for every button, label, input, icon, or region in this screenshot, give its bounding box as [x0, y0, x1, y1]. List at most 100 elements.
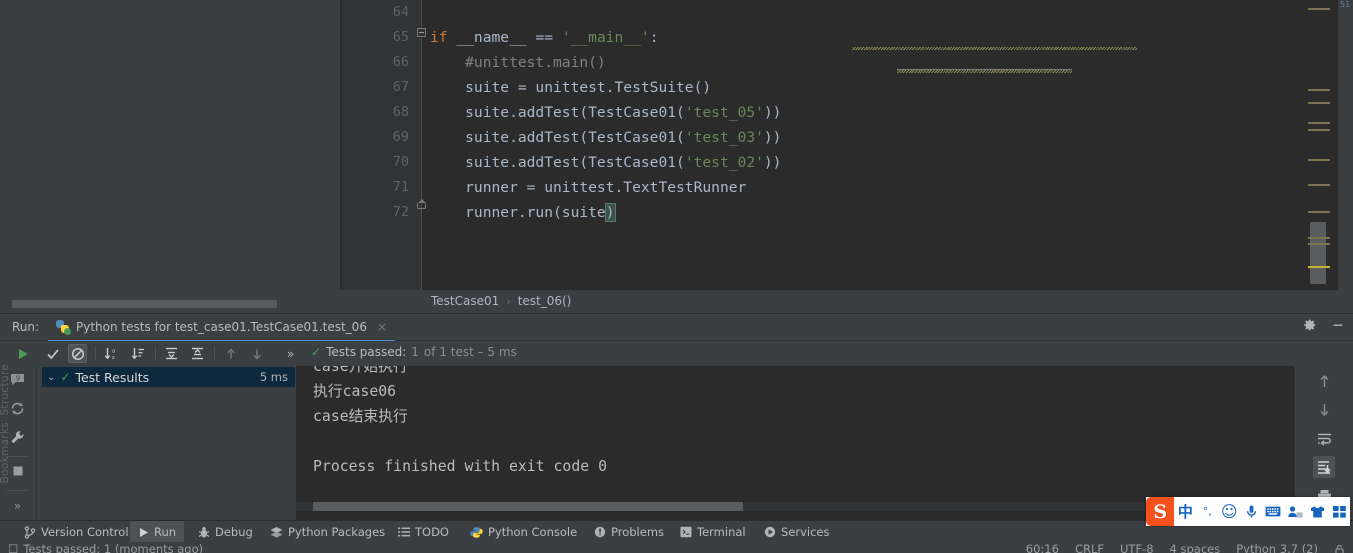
apps-icon[interactable] — [1328, 497, 1350, 526]
python-interpreter[interactable]: Python 3.7 (2) — [1236, 542, 1318, 553]
mic-icon[interactable] — [1240, 497, 1262, 526]
tool-button-problems[interactable]: Problems — [586, 521, 672, 543]
todo-icon — [398, 526, 410, 538]
run-tab-title: Python tests for test_case01.TestCase01.… — [76, 320, 367, 334]
minimap-indicator: 51 — [1340, 0, 1351, 9]
stop-icon[interactable] — [8, 461, 27, 480]
tool-button-debug[interactable]: Debug — [190, 521, 261, 543]
editor-scrollbar[interactable]: 51 — [1300, 0, 1353, 290]
soft-wrap-icon[interactable] — [1313, 428, 1335, 450]
keyboard-icon[interactable] — [1262, 497, 1284, 526]
scrollbar-mark — [1308, 122, 1330, 124]
svg-text:z: z — [112, 355, 115, 361]
sort-alphabetically-button[interactable]: az — [102, 344, 121, 363]
lock-icon[interactable] — [1334, 544, 1345, 553]
ime-punctuation-button[interactable]: °, — [1196, 497, 1218, 526]
expand-all-button[interactable] — [162, 344, 181, 363]
caret-position[interactable]: 60:16 — [1026, 542, 1059, 553]
project-hscrollbar-thumb[interactable] — [12, 300, 277, 308]
code-line: suite.addTest(TestCase01('test_03')) — [430, 129, 782, 146]
status-message-text: Tests passed: 1 (moments ago) — [23, 542, 204, 553]
scroll-to-end-icon[interactable] — [1313, 456, 1335, 478]
chevron-down-icon[interactable]: ⌄ — [47, 372, 55, 383]
code-line: suite = unittest.TestSuite() — [430, 79, 712, 96]
file-encoding[interactable]: UTF-8 — [1120, 542, 1154, 553]
comment-icon[interactable]: 9 — [8, 370, 27, 389]
breadcrumb-method[interactable]: test_06() — [518, 294, 572, 308]
tool-button-todo[interactable]: TODO — [390, 521, 457, 543]
inspection-squiggle — [897, 70, 1072, 73]
tool-button-python-packages[interactable]: Python Packages — [262, 521, 393, 543]
editor-gutter[interactable]: 64 65 66 67 68 69 70 71 72 — [341, 0, 739, 290]
scrollbar-mark — [1308, 89, 1330, 91]
breadcrumb[interactable]: TestCase01 › test_06() — [341, 290, 1353, 312]
sort-by-duration-button[interactable] — [129, 344, 148, 363]
minimize-icon[interactable] — [1331, 318, 1345, 332]
test-results-root-node[interactable]: ⌄ ✓ Test Results 5 ms — [42, 367, 295, 387]
run-tool-window: Run: Python tests for test_case01.TestCa… — [0, 313, 1353, 521]
collapse-all-button[interactable] — [188, 344, 207, 363]
tool-button-services[interactable]: Services — [756, 521, 838, 543]
scrollbar-mark — [1308, 159, 1330, 161]
show-passed-button[interactable] — [43, 344, 62, 363]
scroll-down-icon[interactable] — [1313, 398, 1335, 420]
user-icon[interactable]: 20 — [1284, 497, 1306, 526]
tool-button-label: Debug — [215, 525, 253, 539]
ime-emoji-button[interactable]: ☺ — [1218, 497, 1240, 526]
sogou-logo-icon[interactable]: S — [1146, 497, 1175, 526]
run-panel-header-actions — [1303, 318, 1345, 332]
run-panel-toolbar: az » ✓ Tests passed: 1 of 1 test – 5 ms — [0, 341, 1353, 366]
show-ignored-button[interactable] — [68, 344, 87, 363]
test-results-duration: 5 ms — [259, 370, 288, 384]
success-check-icon: ✓ — [311, 345, 322, 359]
skin-icon[interactable] — [1306, 497, 1328, 526]
scrollbar-mark — [1308, 237, 1330, 239]
run-configuration-tab[interactable]: Python tests for test_case01.TestCase01.… — [48, 314, 396, 342]
test-results-tree[interactable]: ⌄ ✓ Test Results 5 ms — [37, 366, 295, 521]
run-panel-label: Run: — [12, 320, 40, 334]
svg-text:20: 20 — [1297, 512, 1302, 517]
rerun-button[interactable] — [13, 344, 32, 363]
editor-scrollbar-thumb[interactable] — [1310, 222, 1326, 284]
code-line: suite.addTest(TestCase01('test_05')) — [430, 104, 782, 121]
tool-button-label: Run — [154, 525, 177, 539]
indent-size[interactable]: 4 spaces — [1170, 542, 1221, 553]
wrench-icon[interactable] — [8, 428, 27, 447]
tool-button-label: Python Packages — [288, 525, 386, 539]
previous-failed-test-button[interactable] — [221, 344, 240, 363]
toolbar-more-button[interactable]: » — [281, 344, 300, 363]
fold-collapse-icon[interactable] — [417, 28, 426, 37]
tool-button-terminal[interactable]: Terminal — [672, 521, 754, 543]
inspection-squiggle — [852, 47, 1137, 50]
status-bar-message[interactable]: ☐ Tests passed: 1 (moments ago) — [8, 542, 203, 553]
next-failed-test-button[interactable] — [247, 344, 266, 363]
rerun-failed-icon[interactable] — [8, 399, 27, 418]
console-hscrollbar-thumb[interactable] — [313, 502, 743, 511]
branch-icon — [24, 525, 36, 539]
close-icon[interactable]: × — [377, 320, 387, 334]
line-number: 66 — [392, 54, 409, 70]
svg-text:a: a — [112, 349, 116, 355]
code-editor[interactable]: if __name__ == '__main__': #unittest.mai… — [422, 0, 1300, 290]
scrollbar-mark — [1308, 184, 1330, 186]
tool-button-python-console[interactable]: Python Console — [462, 521, 585, 543]
tests-status-count: 1 — [411, 345, 419, 359]
tool-button-version-control[interactable]: Version Control — [16, 521, 137, 543]
tool-button-run[interactable]: Run — [130, 521, 185, 543]
ime-language-button[interactable]: 中 — [1174, 497, 1196, 526]
breadcrumb-class[interactable]: TestCase01 — [431, 294, 499, 308]
scrollbar-mark-warning — [1308, 266, 1330, 268]
line-number: 64 — [392, 4, 409, 20]
toolbar-separator — [155, 346, 156, 361]
scroll-up-icon[interactable] — [1313, 370, 1335, 392]
gear-icon[interactable] — [1303, 318, 1317, 332]
line-separator[interactable]: CRLF — [1075, 542, 1104, 553]
play-icon — [138, 527, 149, 538]
tool-button-label: Services — [781, 525, 830, 539]
line-number: 69 — [392, 129, 409, 145]
tool-button-label: Problems — [611, 525, 665, 539]
line-number: 68 — [392, 104, 409, 120]
gutter-more-button[interactable]: » — [8, 496, 27, 515]
tool-button-label: TODO — [415, 525, 449, 539]
problems-icon — [594, 526, 606, 538]
